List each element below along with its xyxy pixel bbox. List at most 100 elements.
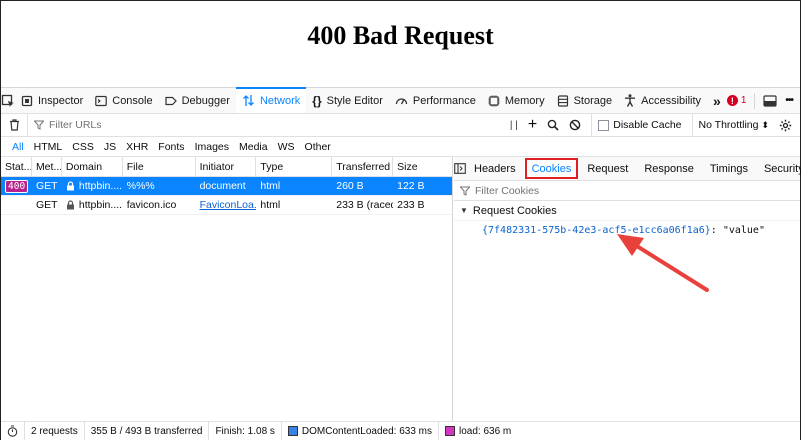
type-filter-css[interactable]: CSS — [67, 141, 99, 153]
dock-icon[interactable] — [763, 94, 777, 107]
column-status[interactable]: Stat... — [1, 157, 32, 176]
file-cell: %%% — [126, 180, 155, 192]
type-filter-xhr[interactable]: XHR — [121, 141, 153, 153]
transferred-cell: 260 B — [336, 180, 364, 192]
tab-label: Debugger — [181, 94, 230, 107]
error-count: 1 — [740, 95, 747, 106]
type-filter-images[interactable]: Images — [190, 141, 234, 153]
clear-button[interactable] — [1, 119, 27, 131]
load-text: load: 636 m — [459, 425, 512, 437]
filter-icon — [460, 186, 470, 196]
type-filter-ws[interactable]: WS — [273, 141, 300, 153]
type-cell: html — [260, 180, 281, 192]
column-transferred[interactable]: Transferred — [332, 157, 394, 176]
request-cookies-section[interactable]: ▼ Request Cookies — [454, 201, 800, 221]
dom-content-loaded: DOMContentLoaded: 633 ms — [282, 422, 439, 440]
chevron-double-right-icon: » — [713, 92, 721, 109]
throttling-value: No Throttling — [698, 119, 759, 131]
pause-button[interactable]: | | — [510, 120, 518, 131]
filter-cookies-input[interactable]: Filter Cookies — [454, 181, 800, 201]
picker-icon — [1, 94, 14, 107]
cookie-value: "value" — [722, 224, 765, 236]
tab-label: Performance — [412, 94, 476, 107]
block-icon[interactable] — [569, 119, 581, 131]
tab-label: Style Editor — [326, 94, 383, 107]
tab-headers[interactable]: Headers — [466, 157, 524, 180]
request-count: 2 requests — [25, 422, 85, 440]
type-filter-fonts[interactable]: Fonts — [153, 141, 189, 153]
lock-icon — [66, 181, 74, 191]
tab-label: Storage — [573, 94, 613, 107]
tab-response[interactable]: Response — [636, 157, 702, 180]
settings-gear-icon[interactable] — [779, 119, 792, 132]
column-initiator[interactable]: Initiator — [196, 157, 257, 176]
column-domain[interactable]: Domain — [62, 157, 123, 176]
tab-label: Network — [259, 94, 301, 107]
tab-console[interactable]: Console — [89, 88, 158, 113]
status-cell: 400 — [1, 177, 32, 195]
console-icon — [95, 95, 108, 106]
tab-performance[interactable]: Performance — [389, 88, 482, 113]
cookie-name: {7f482331-575b-42e3-acf5-e1cc6a06f1a6} — [482, 224, 711, 236]
throttling-select[interactable]: No Throttling ⬍ — [691, 114, 769, 136]
file-cell: favicon.ico — [126, 199, 177, 211]
inspector-icon — [21, 95, 33, 106]
trash-icon — [9, 119, 19, 131]
type-filter-all[interactable]: All — [7, 141, 29, 153]
add-filter-button[interactable]: + — [528, 117, 537, 133]
tab-security[interactable]: Security — [756, 157, 801, 180]
tab-inspector[interactable]: Inspector — [15, 88, 89, 113]
toggle-sidebar-button[interactable] — [454, 157, 466, 180]
tab-memory[interactable]: Memory — [482, 88, 551, 113]
error-count-badge[interactable]: ! 1 — [726, 95, 747, 106]
details-tabs: Headers Cookies Request Response Timings… — [454, 157, 801, 181]
network-toolbar: Filter URLs | | + Disable Cache No Throt… — [1, 114, 800, 137]
initiator-cell: document — [199, 180, 246, 192]
method-cell: GET — [35, 180, 58, 192]
page-content: 400 Bad Request — [1, 1, 800, 87]
domain-text: httpbin.... — [78, 199, 123, 211]
tab-storage[interactable]: Storage — [551, 88, 619, 113]
type-cell: html — [260, 199, 281, 211]
column-size[interactable]: Size — [393, 157, 452, 176]
initiator-cell: FaviconLoa... — [196, 196, 257, 214]
tab-request[interactable]: Request — [579, 157, 636, 180]
tab-accessibility[interactable]: Accessibility — [618, 88, 707, 113]
tab-network[interactable]: Network — [235, 87, 307, 113]
triangle-down-icon: ▼ — [460, 206, 468, 215]
type-filter-js[interactable]: JS — [99, 141, 121, 153]
column-file[interactable]: File — [123, 157, 196, 176]
domain-cell: httpbin.... — [62, 196, 123, 214]
sidebar-toggle-icon — [454, 163, 466, 174]
options-menu-button[interactable]: ••• — [785, 95, 793, 106]
tab-style-editor[interactable]: {} Style Editor — [306, 88, 389, 113]
column-method[interactable]: Met... — [32, 157, 62, 176]
initiator-link[interactable]: FaviconLoa... — [200, 199, 257, 211]
status-bar: 2 requests 355 B / 493 B transferred Fin… — [1, 421, 800, 440]
more-tools-button[interactable]: » — [707, 88, 727, 113]
column-type[interactable]: Type — [256, 157, 333, 176]
type-filter-html[interactable]: HTML — [29, 141, 68, 153]
type-filter-other[interactable]: Other — [300, 141, 336, 153]
finish-time: Finish: 1.08 s — [209, 422, 282, 440]
cookie-entry[interactable]: {7f482331-575b-42e3-acf5-e1cc6a06f1a6} :… — [454, 221, 800, 239]
tab-debugger[interactable]: Debugger — [159, 88, 236, 113]
section-title: Request Cookies — [472, 204, 557, 217]
table-row[interactable]: 400 GET httpbin.... %%% document html 26… — [1, 177, 452, 196]
filter-urls-placeholder: Filter URLs — [49, 119, 102, 131]
transferred-cell: 233 B (raced) — [336, 199, 393, 211]
accessibility-icon — [625, 94, 636, 107]
disable-cache-checkbox[interactable]: Disable Cache — [591, 114, 682, 136]
filter-urls-input[interactable]: Filter URLs — [27, 114, 510, 136]
table-row[interactable]: GET httpbin.... favicon.ico FaviconLoa..… — [1, 196, 452, 215]
type-filter-media[interactable]: Media — [234, 141, 273, 153]
lock-icon — [66, 200, 74, 210]
performance-icon — [395, 97, 408, 104]
tab-cookies[interactable]: Cookies — [523, 157, 580, 180]
stopwatch-icon — [7, 425, 18, 437]
error-icon: ! — [726, 95, 738, 106]
tab-timings[interactable]: Timings — [702, 157, 756, 180]
element-picker-button[interactable] — [1, 88, 15, 113]
search-icon[interactable] — [547, 119, 559, 131]
performance-analysis-button[interactable] — [1, 422, 25, 440]
